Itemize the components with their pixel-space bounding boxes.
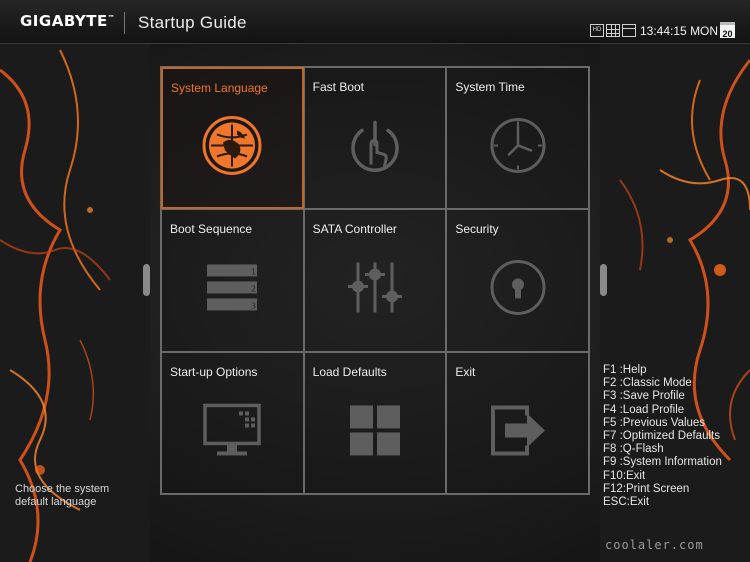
tile-label: Exit [455,364,476,379]
tile-label: Security [455,222,499,237]
hotkey-item[interactable]: F2 :Classic Mode [603,377,722,390]
clock-icon [487,115,549,177]
tile-label: System Language [171,81,268,95]
tile-sata-controller[interactable]: SATA Controller [303,209,447,352]
boot-number: 3 [251,302,256,311]
tile-label: SATA Controller [312,222,397,237]
tile-label: Fast Boot [312,80,365,94]
tile-security[interactable]: Security [446,209,589,352]
hotkey-item[interactable]: F12:Print Screen [603,483,722,496]
scroll-handle-left[interactable] [143,264,150,296]
sliders-icon [344,257,406,319]
power-touch-icon [344,115,406,177]
clock-readout: 13:44:15 MON [640,24,719,38]
menu-grid: System Language Fast Boot System Time Bo… [160,66,590,495]
hotkey-item[interactable]: F9 :System Information [603,456,722,469]
brand-divider [124,12,125,34]
hotkey-item[interactable]: F4 :Load Profile [603,404,722,417]
top-bar: GIGABYTE™ Startup Guide HD 13:44:15 MON … [0,0,750,44]
boot-list-icon: 1 2 3 [201,257,263,319]
tile-system-language[interactable]: System Language [161,67,304,210]
hotkey-legend: F1 :Help F2 :Classic Mode F3 :Save Profi… [603,364,722,509]
hotkey-item[interactable]: F8 :Q-Flash [603,443,722,456]
tile-exit[interactable]: Exit [446,351,589,494]
boot-number: 2 [251,285,256,294]
hotkey-item[interactable]: F10:Exit [603,470,722,483]
tile-load-defaults[interactable]: Load Defaults [303,351,447,494]
hotkey-item[interactable]: ESC:Exit [603,496,722,509]
tile-boot-sequence[interactable]: Boot Sequence 1 2 3 [161,209,304,352]
calendar-icon: 20 [720,22,735,39]
watermark: coolaler.com [605,538,704,552]
tile-label: System Time [455,80,525,94]
tile-label: Start-up Options [170,364,258,379]
hotkey-item[interactable]: F7 :Optimized Defaults [603,430,722,443]
grid-view-icon[interactable] [606,24,620,37]
tile-system-time[interactable]: System Time [446,67,589,210]
boot-number: 1 [251,268,256,277]
globe-icon [201,115,263,177]
hotkey-item[interactable]: F1 :Help [603,364,722,377]
item-description: Choose the system default language [15,483,110,508]
hd-icon[interactable]: HD [590,24,604,37]
page-title: Startup Guide [138,13,247,32]
view-mode-switcher: HD [590,24,636,37]
four-squares-icon [344,399,406,461]
tile-fast-boot[interactable]: Fast Boot [303,67,447,210]
monitor-icon [201,399,263,461]
scroll-handle-right[interactable] [600,264,607,296]
tile-label: Boot Sequence [170,222,253,237]
exit-arrow-icon [487,399,549,461]
tile-label: Load Defaults [312,364,387,379]
brand-logo: GIGABYTE™ [20,12,116,30]
hotkey-item[interactable]: F3 :Save Profile [603,390,722,403]
tile-startup-options[interactable]: Start-up Options [161,351,304,494]
single-view-icon[interactable] [622,24,636,37]
keyhole-icon [487,257,549,319]
hotkey-item[interactable]: F5 :Previous Values [603,417,722,430]
